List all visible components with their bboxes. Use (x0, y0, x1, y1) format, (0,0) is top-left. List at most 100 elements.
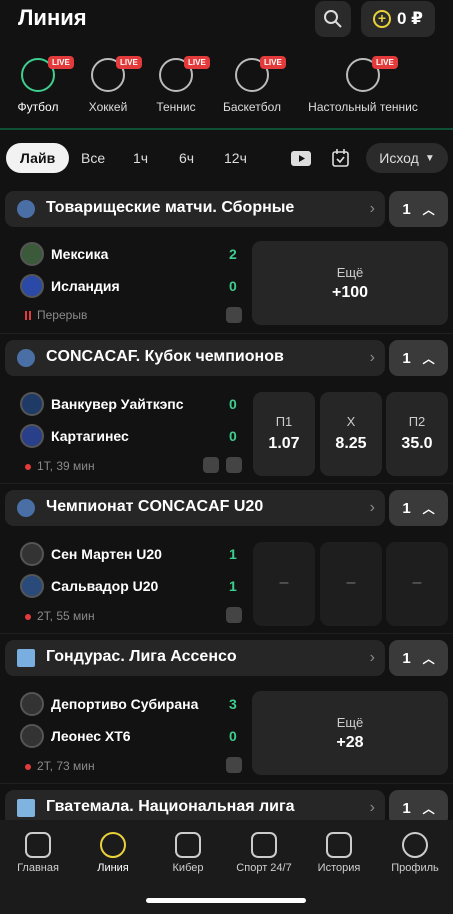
match-status: Перерыв (25, 308, 87, 322)
team-score: 0 (229, 428, 237, 444)
league-header[interactable]: Товарищеские матчи. Сборные › (5, 191, 385, 227)
more-label: Ещё (336, 265, 364, 280)
league-header[interactable]: Гондурас. Лига Ассенсо › (5, 640, 385, 676)
divider (0, 483, 453, 484)
balance-button[interactable]: + 0 ₽ (361, 1, 435, 37)
team-name: Исландия (51, 278, 120, 294)
league-collapse-button[interactable]: 1 ︿ (389, 640, 448, 676)
odd-button-disabled: – (253, 542, 315, 626)
person-icon (402, 832, 428, 858)
more-markets-button[interactable]: Ещё +28 (252, 691, 448, 775)
odd-button-disabled: – (386, 542, 448, 626)
home-indicator (146, 898, 306, 903)
live-dot-icon (25, 463, 31, 470)
chevron-down-icon: ▼ (424, 152, 435, 164)
concacaf-flag-icon (17, 349, 35, 367)
odd-button-p2[interactable]: П2 35.0 (386, 392, 448, 476)
video-filter-icon[interactable] (291, 151, 311, 166)
match-card[interactable]: Мексика 2 Исландия 0 Перерыв Ещё +100 (0, 240, 453, 340)
calendar-icon[interactable] (332, 149, 349, 167)
video-icon[interactable] (226, 607, 242, 623)
pause-icon (25, 311, 31, 321)
league-header[interactable]: Чемпионат CONCACAF U20 › (5, 490, 385, 526)
odd-label: Х (346, 414, 356, 429)
stats-icon[interactable] (226, 307, 242, 323)
more-count: +28 (336, 734, 364, 751)
search-button[interactable] (315, 1, 351, 37)
chevron-up-icon: ︿ (422, 501, 435, 516)
stats-icon[interactable] (226, 757, 242, 773)
league-title: Гондурас. Лига Ассенсо (46, 648, 237, 665)
live-badge: LIVE (260, 56, 286, 69)
sort-select[interactable]: Исход ▼ (366, 143, 448, 173)
sport-football[interactable]: LIVE Футбол (14, 50, 74, 114)
sport-hockey[interactable]: LIVE Хоккей (82, 50, 142, 114)
tab-sport-247[interactable]: Спорт 24/7 (226, 832, 302, 874)
odd-empty: – (279, 574, 289, 591)
video-icon[interactable] (203, 457, 219, 473)
league-collapse-button[interactable]: 1 ︿ (389, 191, 448, 227)
league-header[interactable]: CONCACAF. Кубок чемпионов › (5, 340, 385, 376)
team-row: Картагинес 0 (20, 424, 250, 450)
league-collapse-button[interactable]: 1 ︿ (389, 340, 448, 376)
match-count: 1 (402, 649, 411, 667)
tab-label: Линия (97, 862, 129, 874)
match-status: 2Т, 73 мин (25, 759, 95, 773)
odd-empty: – (412, 574, 422, 591)
match-card[interactable]: Сен Мартен U20 1 Сальвадор U20 1 2Т, 55 … (0, 540, 453, 640)
tab-cyber[interactable]: Кибер (150, 832, 226, 874)
live-dot-icon (25, 613, 31, 620)
match-card[interactable]: Ванкувер Уайткэпс 0 Картагинес 0 1Т, 39 … (0, 390, 453, 490)
home-icon (25, 832, 51, 858)
live-badge: LIVE (184, 56, 210, 69)
guatemala-flag-icon (17, 799, 35, 817)
match-count: 1 (402, 349, 411, 367)
chevron-right-icon: › (369, 349, 375, 366)
tab-profile[interactable]: Профиль (377, 832, 453, 874)
gamepad-icon (175, 832, 201, 858)
league-title: Чемпионат CONCACAF U20 (46, 498, 264, 515)
more-markets-button[interactable]: Ещё +100 (252, 241, 448, 325)
team-name: Депортиво Субирана (51, 696, 199, 712)
stats-icon[interactable] (226, 457, 242, 473)
match-card[interactable]: Депортиво Субирана 3 Леонес ХТ6 0 2Т, 73… (0, 690, 453, 790)
tab-label: Спорт 24/7 (236, 862, 292, 874)
lightning-icon (251, 832, 277, 858)
tab-history[interactable]: История (301, 832, 377, 874)
team-score: 2 (229, 246, 237, 262)
chevron-right-icon: › (369, 200, 375, 217)
chevron-up-icon: ︿ (422, 651, 435, 666)
filter-all[interactable]: Все (81, 143, 105, 173)
odd-value: 8.25 (335, 435, 367, 452)
tab-line[interactable]: Линия (75, 832, 151, 874)
league-collapse-button[interactable]: 1 ︿ (389, 490, 448, 526)
filter-live[interactable]: Лайв (6, 143, 70, 173)
odd-button-x[interactable]: Х 8.25 (320, 392, 382, 476)
tab-home[interactable]: Главная (0, 832, 76, 874)
divider (0, 783, 453, 784)
honduras-flag-icon (17, 649, 35, 667)
odd-button-p1[interactable]: П1 1.07 (253, 392, 315, 476)
filter-12h[interactable]: 12ч (224, 143, 247, 173)
team-row: Сальвадор U20 1 (20, 574, 250, 600)
sport-basketball[interactable]: LIVE Баскетбол (220, 50, 286, 114)
filter-6h[interactable]: 6ч (179, 143, 194, 173)
team-score: 3 (229, 696, 237, 712)
team-logo (20, 392, 44, 416)
basketball-icon (100, 832, 126, 858)
team-score: 1 (229, 578, 237, 594)
sport-tennis[interactable]: LIVE Теннис (150, 50, 210, 114)
team-row: Исландия 0 (20, 274, 250, 300)
team-score: 0 (229, 278, 237, 294)
league-title: CONCACAF. Кубок чемпионов (46, 348, 284, 365)
match-count: 1 (402, 499, 411, 517)
team-logo (20, 724, 44, 748)
match-count: 1 (402, 799, 411, 817)
filter-1h[interactable]: 1ч (133, 143, 148, 173)
team-logo (20, 274, 44, 298)
concacaf-flag-icon (17, 499, 35, 517)
chevron-up-icon: ︿ (422, 202, 435, 217)
team-name: Сен Мартен U20 (51, 546, 162, 562)
sport-table-tennis[interactable]: LIVE Настольный теннис (306, 50, 420, 114)
team-score: 0 (229, 396, 237, 412)
